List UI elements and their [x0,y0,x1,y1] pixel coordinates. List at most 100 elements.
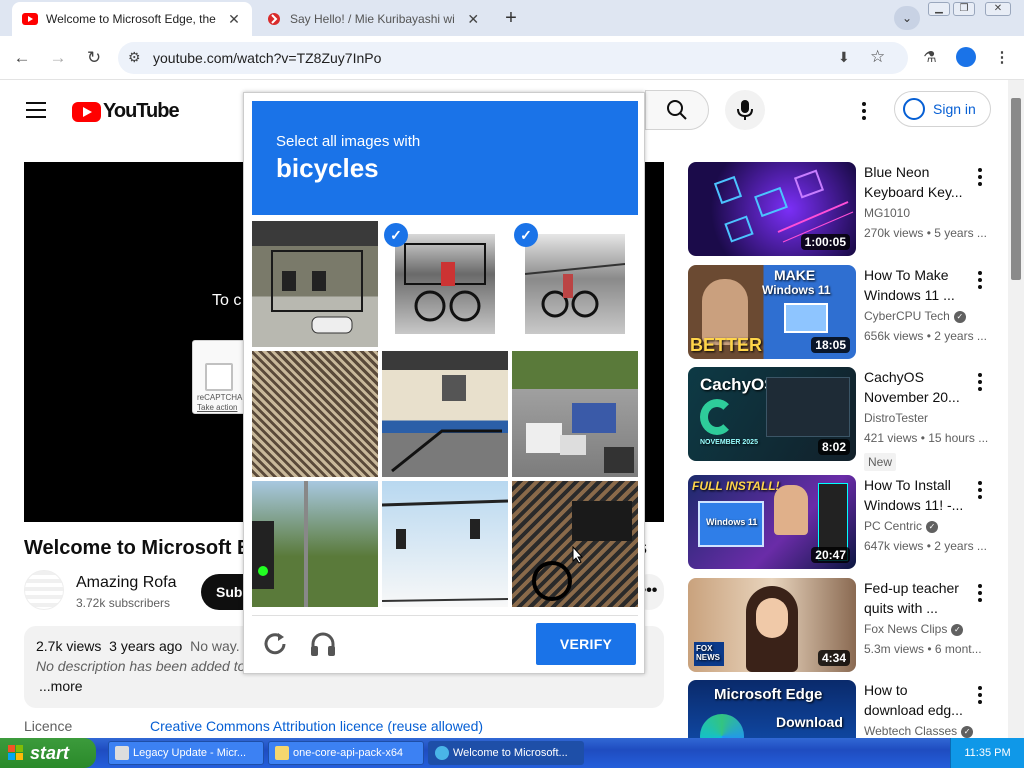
settings-kebab-icon[interactable] [862,102,866,123]
captcha-tile-6[interactable] [512,351,638,477]
recommended-video[interactable]: 1:00:05 Blue Neon Keyboard Key... MG1010… [688,162,998,258]
document-icon [115,746,129,760]
video-title[interactable]: CachyOS November 20... [864,367,969,407]
taskbar-item-legacy-update[interactable]: Legacy Update - Micr... [108,741,264,765]
channel-name[interactable]: Fox News Clips ✓ [864,622,964,636]
tab-mie-kuribayashi[interactable]: Say Hello! / Mie Kuribayashi with S ✕ [256,2,491,36]
channel-name-text: Fox News Clips [864,622,948,636]
channel-name[interactable]: Amazing Rofa [76,574,177,592]
back-arrow-icon[interactable]: ← [10,46,34,70]
browser-toolbar: ← → ↻ ⚙ youtube.com/watch?v=TZ8Zuy7InPo … [0,36,1024,80]
video-options-icon[interactable] [978,373,982,394]
thumbnail-text: Windows 11 [706,517,758,527]
close-tab-icon[interactable]: ✕ [465,11,481,28]
recommended-video[interactable]: FULL INSTALL! Windows 11 20:47 How To In… [688,475,998,571]
video-options-icon[interactable] [978,168,982,189]
channel-name-text: CyberCPU Tech [864,309,950,323]
video-title[interactable]: How To Install Windows 11! -... [864,475,969,515]
recommended-video[interactable]: MAKE Windows 11 BETTER 18:05 How To Make… [688,265,998,361]
youtube-logo[interactable]: YouTube [72,100,180,123]
video-title[interactable]: Blue Neon Keyboard Key... [864,162,969,202]
recommended-video[interactable]: Microsoft Edge Download How to download … [688,680,998,738]
channel-name[interactable]: MG1010 [864,206,910,220]
maximize-button[interactable]: ❐ [953,2,975,16]
red-site-icon [266,11,282,27]
video-meta: 270k views • 5 years ... [864,226,987,240]
mouse-cursor-icon [572,546,584,564]
recaptcha-challenge-dialog: Select all images with bicycles ✓ ✓ VERI… [243,92,645,674]
windows-screen-art [784,303,828,333]
new-badge: New [864,453,897,471]
profile-avatar[interactable] [956,47,976,67]
channel-name[interactable]: PC Centric ✓ [864,519,939,533]
tab-youtube[interactable]: Welcome to Microsoft Edge, the be ✕ [12,2,252,36]
channel-avatar[interactable] [24,570,64,610]
close-tab-icon[interactable]: ✕ [226,11,242,28]
browser-menu-icon[interactable]: ⋮ [990,46,1014,70]
captcha-tile-1[interactable] [252,221,378,347]
video-options-icon[interactable] [978,271,982,292]
close-window-button[interactable]: ✕ [985,2,1011,16]
channel-name[interactable]: Webtech Classes ✓ [864,724,974,738]
scrollbar-thumb[interactable] [1011,98,1021,280]
account-icon [903,98,925,120]
url-text[interactable]: youtube.com/watch?v=TZ8Zuy7InPo [153,50,381,66]
voice-search-button[interactable] [725,90,765,130]
video-thumbnail[interactable]: MAKE Windows 11 BETTER 18:05 [688,265,856,359]
recommended-video[interactable]: FOX NEWS 4:34 Fed-up teacher quits with … [688,578,998,674]
labs-flask-icon[interactable]: ⚗ [918,46,942,70]
licence-link[interactable]: Creative Commons Attribution licence (re… [150,718,483,734]
video-thumbnail[interactable]: 1:00:05 [688,162,856,256]
captcha-tile-9[interactable] [512,481,638,607]
channel-name[interactable]: CyberCPU Tech ✓ [864,309,966,323]
video-thumbnail[interactable]: FULL INSTALL! Windows 11 20:47 [688,475,856,569]
bookmark-star-icon[interactable]: ☆ [870,47,885,67]
windows-taskbar: start Legacy Update - Micr... one-core-a… [0,738,1024,768]
video-thumbnail[interactable]: CachyOS NOVEMBER 2025 8:02 [688,367,856,461]
video-options-icon[interactable] [978,584,982,605]
taskbar-item-browser[interactable]: Welcome to Microsoft... [428,741,584,765]
forward-arrow-icon[interactable]: → [46,46,70,70]
thumbnail-text: CachyOS [700,375,776,394]
search-button[interactable] [645,90,709,130]
site-info-icon[interactable]: ⚙ [128,49,141,66]
video-thumbnail[interactable]: FOX NEWS 4:34 [688,578,856,672]
video-duration: 4:34 [817,650,850,666]
show-more-link[interactable]: ...more [39,678,83,694]
minimize-button[interactable]: ▁ [928,2,950,16]
tile-image [512,351,638,477]
video-options-icon[interactable] [978,686,982,707]
taskbar-item-folder[interactable]: one-core-api-pack-x64 [268,741,424,765]
video-title[interactable]: How To Make Windows 11 ... [864,265,969,305]
recommended-video[interactable]: CachyOS NOVEMBER 2025 8:02 CachyOS Novem… [688,367,998,471]
recaptcha-link[interactable]: Take action [197,403,237,412]
cachyos-logo [700,399,734,435]
headphones-icon[interactable] [308,629,338,659]
thumbnail-text: Windows 11 [762,283,831,297]
video-duration: 8:02 [817,439,850,455]
new-tab-button[interactable]: + [500,7,522,30]
video-title[interactable]: How to download edg... [864,680,969,720]
video-title[interactable]: Fed-up teacher quits with ... [864,578,969,618]
recaptcha-checkbox[interactable] [205,363,233,391]
captcha-tile-4[interactable] [252,351,378,477]
reload-icon[interactable] [260,629,290,659]
thumbnail-text: BETTER [690,335,762,355]
menu-hamburger-icon[interactable] [26,102,46,123]
reload-icon[interactable]: ↻ [82,46,106,70]
captcha-tile-7[interactable] [252,481,378,607]
video-title: Welcome to Microsoft Ed [24,537,263,559]
video-options-icon[interactable] [978,481,982,502]
start-button[interactable]: start [0,738,96,768]
tab-search-button[interactable]: ⌄ [894,6,920,30]
channel-name[interactable]: DistroTester [864,411,928,425]
page-scrollbar[interactable] [1008,80,1024,738]
system-tray-clock[interactable]: 11:35 PM [950,738,1024,768]
captcha-tile-5[interactable] [382,351,508,477]
video-thumbnail[interactable]: Microsoft Edge Download [688,680,856,738]
install-app-icon[interactable]: ⬇ [838,49,850,66]
sign-in-button[interactable]: Sign in [894,91,991,127]
address-bar[interactable]: ⚙ youtube.com/watch?v=TZ8Zuy7InPo ⬇ ☆ [118,42,908,74]
captcha-tile-8[interactable] [382,481,508,607]
verify-button[interactable]: VERIFY [536,623,636,665]
